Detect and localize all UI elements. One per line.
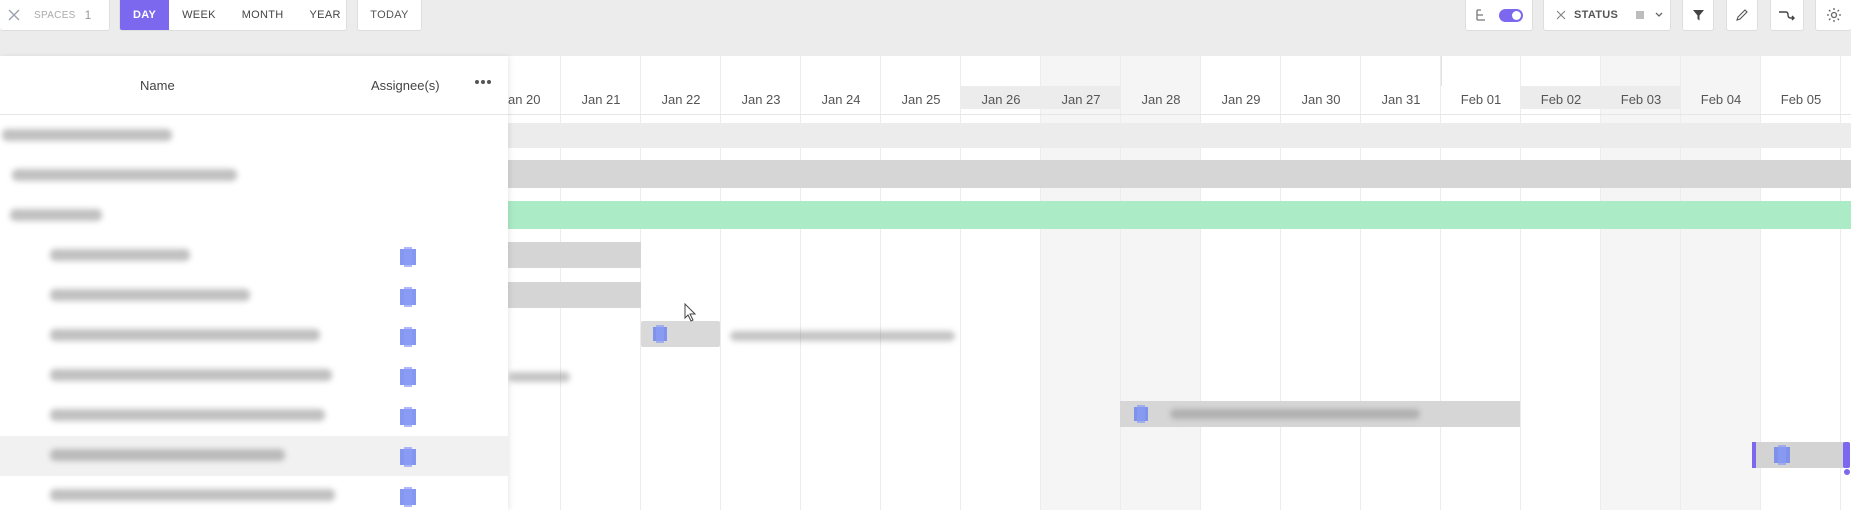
space-name-text bbox=[2, 129, 172, 141]
task-list-panel: Name Assignee(s) bbox=[0, 56, 508, 510]
day-label: Jan 31 bbox=[1381, 92, 1421, 107]
day-label: Jan 28 bbox=[1141, 92, 1181, 107]
task-bar-5-label bbox=[1170, 409, 1420, 419]
list-row-task-6-hovered[interactable] bbox=[0, 436, 508, 476]
name-column-header[interactable]: Name bbox=[140, 78, 175, 93]
day-label: Jan 30 bbox=[1301, 92, 1341, 107]
today-button[interactable]: TODAY bbox=[357, 0, 422, 31]
day-label: Feb 01 bbox=[1460, 92, 1502, 107]
task-name-text bbox=[50, 449, 285, 461]
toggle-switch[interactable] bbox=[1499, 8, 1523, 22]
list-row-task-4[interactable] bbox=[0, 356, 508, 396]
spaces-count: 1 bbox=[84, 8, 92, 22]
resize-handle-left[interactable] bbox=[1752, 442, 1756, 468]
day-label: Feb 05 bbox=[1780, 92, 1822, 107]
close-icon[interactable] bbox=[8, 9, 20, 21]
today-label: TODAY bbox=[370, 9, 409, 21]
phase-name-text bbox=[10, 209, 102, 221]
task-bar-2[interactable] bbox=[508, 282, 641, 308]
month-divider bbox=[1441, 56, 1442, 86]
list-row-task-1[interactable] bbox=[0, 236, 508, 276]
dependency-dot[interactable] bbox=[1844, 469, 1850, 475]
view-month-button[interactable]: MONTH bbox=[229, 0, 297, 30]
assignee-avatar-icon[interactable] bbox=[398, 287, 418, 307]
hierarchy-icon[interactable] bbox=[1475, 8, 1489, 22]
resize-handle-right[interactable] bbox=[1843, 442, 1850, 468]
task-bar-3[interactable] bbox=[641, 321, 720, 347]
pencil-icon bbox=[1736, 9, 1748, 21]
gear-icon bbox=[1826, 8, 1841, 22]
day-label: Jan 25 bbox=[901, 92, 941, 107]
task-name-text bbox=[50, 369, 332, 381]
assignee-avatar-icon bbox=[1774, 445, 1790, 465]
spaces-label: SPACES bbox=[34, 9, 76, 21]
spaces-filter[interactable]: SPACES 1 bbox=[0, 0, 110, 31]
day-label: Jan 26 bbox=[961, 86, 1041, 109]
gantt-toolbar: SPACES 1 DAY WEEK MONTH YEAR TODAY STATU… bbox=[0, 0, 1851, 56]
filter-icon bbox=[1692, 9, 1704, 20]
assignee-avatar-icon[interactable] bbox=[398, 327, 418, 347]
day-label: Jan 24 bbox=[821, 92, 861, 107]
view-day-button[interactable]: DAY bbox=[120, 0, 170, 30]
dependency-arrow-icon bbox=[1779, 11, 1795, 21]
task-name-text bbox=[50, 409, 325, 421]
assignee-avatar-icon[interactable] bbox=[398, 247, 418, 267]
status-label: STATUS bbox=[1574, 9, 1619, 21]
phase-bar[interactable] bbox=[508, 201, 1851, 229]
day-label: Feb 04 bbox=[1700, 92, 1742, 107]
filter-button[interactable] bbox=[1682, 0, 1714, 31]
group-bar-light[interactable] bbox=[508, 123, 1851, 148]
status-filter[interactable]: STATUS bbox=[1543, 0, 1671, 31]
layout-toggle-group bbox=[1465, 0, 1533, 31]
day-label: Feb 03 bbox=[1601, 86, 1681, 109]
task-name-text bbox=[50, 249, 190, 261]
task-bar-4-label bbox=[508, 372, 570, 382]
assignee-avatar-icon[interactable] bbox=[398, 487, 418, 507]
list-row-project[interactable] bbox=[0, 156, 508, 196]
status-color-swatch bbox=[1636, 11, 1645, 19]
day-label: Jan 23 bbox=[741, 92, 781, 107]
chevron-down-icon[interactable] bbox=[1654, 10, 1664, 20]
view-week-button[interactable]: WEEK bbox=[169, 0, 229, 30]
task-bar-6-selected[interactable] bbox=[1752, 442, 1850, 475]
project-name-text bbox=[12, 169, 237, 181]
assignee-avatar-icon bbox=[1134, 405, 1148, 423]
table-header: Name Assignee(s) bbox=[0, 56, 508, 115]
list-row-task-5[interactable] bbox=[0, 396, 508, 436]
list-row-task-2[interactable] bbox=[0, 276, 508, 316]
more-options-icon[interactable] bbox=[474, 73, 492, 91]
day-label: Feb 02 bbox=[1521, 86, 1601, 109]
day-label: Jan 29 bbox=[1221, 92, 1261, 107]
list-row-phase[interactable] bbox=[0, 196, 508, 236]
day-label: Jan 27 bbox=[1041, 86, 1121, 109]
list-row-task-7[interactable] bbox=[0, 476, 508, 510]
task-bar-1[interactable] bbox=[508, 242, 641, 268]
assignee-avatar-icon[interactable] bbox=[398, 447, 418, 467]
assignee-column-header[interactable]: Assignee(s) bbox=[371, 78, 440, 93]
day-label: Jan 21 bbox=[581, 92, 621, 107]
task-name-text bbox=[50, 489, 335, 501]
edit-button[interactable] bbox=[1726, 0, 1758, 31]
assignee-avatar-icon[interactable] bbox=[398, 367, 418, 387]
day-label: Jan 22 bbox=[661, 92, 701, 107]
list-row-task-3[interactable] bbox=[0, 316, 508, 356]
view-year-button[interactable]: YEAR bbox=[297, 0, 346, 30]
assignee-avatar-icon[interactable] bbox=[398, 407, 418, 427]
view-switcher: DAY WEEK MONTH YEAR bbox=[119, 0, 347, 31]
dependency-button[interactable] bbox=[1770, 0, 1804, 31]
task-name-text bbox=[50, 329, 320, 341]
task-name-text bbox=[50, 289, 250, 301]
project-bar[interactable] bbox=[508, 160, 1851, 188]
assignee-avatar-icon bbox=[653, 325, 667, 343]
list-row-space[interactable] bbox=[0, 116, 508, 156]
mouse-cursor-icon bbox=[684, 303, 697, 322]
settings-button[interactable] bbox=[1815, 0, 1851, 31]
close-icon[interactable] bbox=[1556, 10, 1566, 20]
task-bar-5[interactable] bbox=[1120, 401, 1520, 427]
task-bar-3-label bbox=[730, 331, 955, 341]
